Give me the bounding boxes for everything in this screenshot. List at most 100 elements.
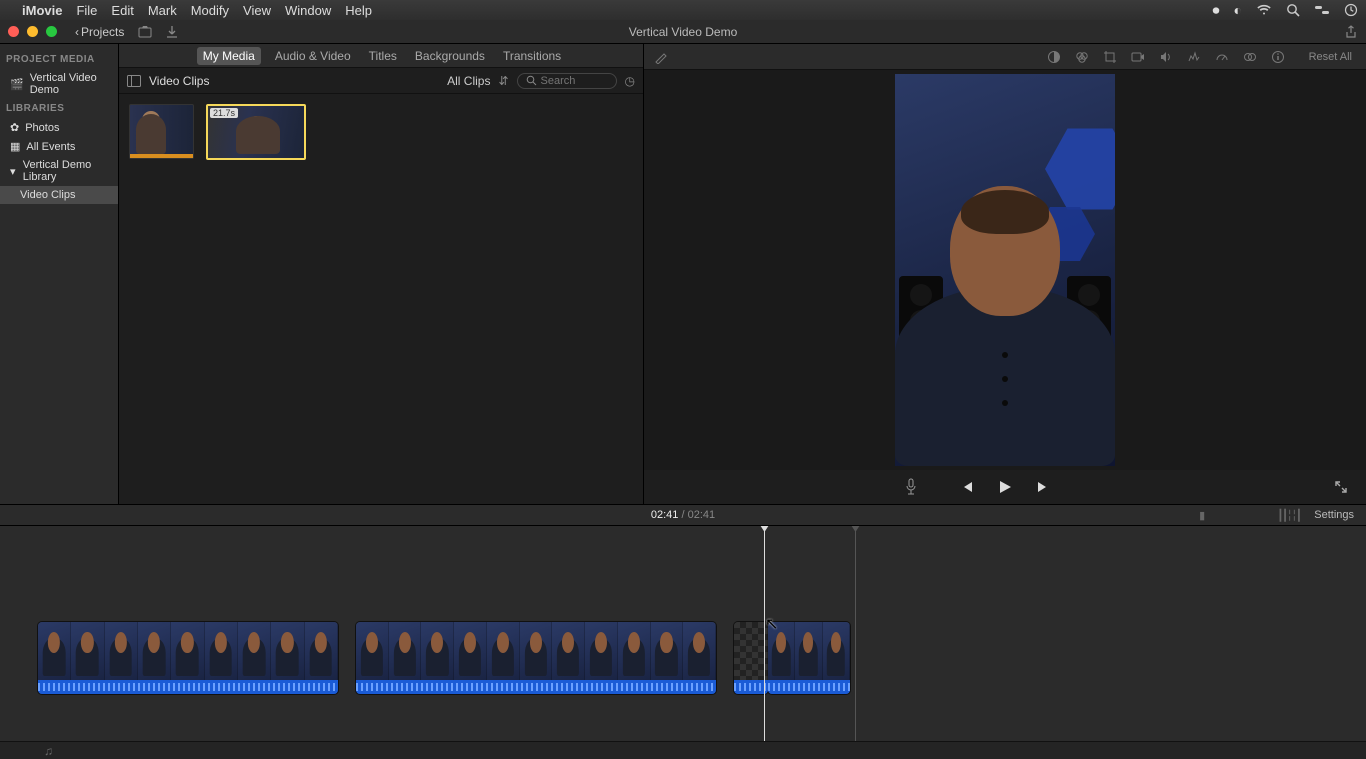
menu-modify[interactable]: Modify <box>191 3 229 18</box>
tab-titles[interactable]: Titles <box>365 46 401 66</box>
music-note-icon: ♫ <box>44 744 53 758</box>
download-icon[interactable] <box>166 25 178 39</box>
updown-icon: ⇵ <box>498 74 508 88</box>
playhead[interactable] <box>764 526 765 759</box>
control-center-icon[interactable] <box>1314 4 1330 16</box>
timeline-clip-2[interactable] <box>356 622 716 694</box>
color-balance-icon[interactable] <box>1047 50 1061 64</box>
library-sidebar: PROJECT MEDIA 🎬 Vertical Video Demo LIBR… <box>0 44 119 504</box>
person <box>895 186 1115 466</box>
tab-audio-video[interactable]: Audio & Video <box>271 46 355 66</box>
back-to-projects[interactable]: ‹ Projects <box>75 25 124 39</box>
zoom-waveform-icon: ┃┃╎╎┃ <box>1277 509 1300 522</box>
reset-all-button[interactable]: Reset All <box>1309 51 1352 63</box>
tab-transitions[interactable]: Transitions <box>499 46 565 66</box>
menubar-status: ⏺ ◐ <box>1213 2 1358 19</box>
menu-view[interactable]: View <box>243 3 271 18</box>
sidebar-library[interactable]: ▾ Vertical Demo Library <box>0 156 118 186</box>
next-frame-button[interactable] <box>1035 480 1051 494</box>
play-button[interactable] <box>997 479 1013 495</box>
sidebar-photos[interactable]: ✿ Photos <box>0 118 118 137</box>
menu-mark[interactable]: Mark <box>148 3 177 18</box>
enhance-icon[interactable] <box>654 50 668 64</box>
app-menu[interactable]: iMovie <box>22 3 62 18</box>
libraries-header: LIBRARIES <box>0 99 118 118</box>
minimize-window[interactable] <box>27 26 38 37</box>
menu-help[interactable]: Help <box>345 3 372 18</box>
zoom-slider[interactable]: ▮ ┃┃╎╎┃ <box>1199 509 1300 522</box>
timeline-settings-button[interactable]: Settings <box>1314 509 1354 521</box>
clip-area[interactable]: 21.7s <box>119 94 643 504</box>
menu-file[interactable]: File <box>76 3 97 18</box>
current-time: 02:41 <box>651 509 679 521</box>
clip-audio-2[interactable] <box>356 680 716 694</box>
traffic-lights <box>8 26 57 37</box>
spotlight-icon[interactable] <box>1286 3 1300 17</box>
voiceover-icon[interactable] <box>904 478 918 496</box>
macos-menubar: iMovie File Edit Mark Modify View Window… <box>0 0 1366 20</box>
speed-icon[interactable] <box>1215 50 1229 64</box>
sidebar-project[interactable]: 🎬 Vertical Video Demo <box>0 69 118 99</box>
project-end-marker <box>855 526 856 759</box>
sidebar-all-events[interactable]: ▦ All Events <box>0 137 118 156</box>
close-window[interactable] <box>8 26 19 37</box>
preview-frame <box>895 74 1115 466</box>
clip-audio-3[interactable] <box>768 680 850 694</box>
sidebar-event-label: Video Clips <box>20 189 75 201</box>
browser-tabs: My Media Audio & Video Titles Background… <box>119 44 643 68</box>
timeline-header: 02:41 / 02:41 ▮ ┃┃╎╎┃ Settings <box>0 504 1366 526</box>
sidebar-library-label: Vertical Demo Library <box>23 159 112 183</box>
sidebar-all-events-label: All Events <box>26 141 75 153</box>
share-icon[interactable] <box>1344 25 1358 39</box>
preview-canvas[interactable] <box>644 70 1366 470</box>
search-icon <box>526 75 537 86</box>
fullscreen-icon[interactable] <box>1334 480 1348 494</box>
media-clip-1[interactable] <box>129 104 194 159</box>
crop-icon[interactable] <box>1103 50 1117 64</box>
noise-icon[interactable] <box>1187 50 1201 64</box>
import-media-icon[interactable] <box>138 25 152 39</box>
filter-icon[interactable] <box>1243 50 1257 64</box>
disclosure-triangle-icon[interactable]: ▾ <box>10 165 17 178</box>
timeline-clip-3-gap[interactable] <box>734 622 768 694</box>
sidebar-photos-label: Photos <box>25 122 59 134</box>
flower-icon: ✿ <box>10 121 19 134</box>
timeline-clip-1[interactable] <box>38 622 338 694</box>
obs-icon[interactable]: ◐ <box>1234 2 1242 18</box>
media-clip-2-selected[interactable]: 21.7s <box>206 104 306 160</box>
sidebar-project-label: Vertical Video Demo <box>30 72 112 96</box>
content-options-icon[interactable]: ◷ <box>625 74 635 88</box>
stabilize-icon[interactable] <box>1131 50 1145 64</box>
window-toolbar: ‹ Projects Vertical Video Demo <box>0 20 1366 44</box>
screen-record-icon[interactable]: ⏺ <box>1213 2 1220 19</box>
video-track[interactable] <box>38 622 850 694</box>
timeline[interactable]: ↖ ♫ <box>0 526 1366 759</box>
grid-icon: ▦ <box>10 140 20 153</box>
viewer: Reset All <box>644 44 1366 504</box>
tab-backgrounds[interactable]: Backgrounds <box>411 46 489 66</box>
tab-my-media[interactable]: My Media <box>197 47 261 65</box>
clip-audio-1[interactable] <box>38 680 338 694</box>
window-title: Vertical Video Demo <box>629 25 738 39</box>
info-icon[interactable] <box>1271 50 1285 64</box>
search-input[interactable] <box>541 75 601 87</box>
prev-frame-button[interactable] <box>959 480 975 494</box>
sidebar-toggle-icon[interactable] <box>127 75 141 87</box>
menu-window[interactable]: Window <box>285 3 331 18</box>
clip-duration-badge: 21.7s <box>210 108 238 118</box>
zoom-out-icon: ▮ <box>1199 509 1205 522</box>
timeline-clip-3[interactable] <box>768 622 850 694</box>
sidebar-event-videoclips[interactable]: Video Clips <box>0 186 118 204</box>
time-display: 02:41 / 02:41 <box>651 509 715 521</box>
wifi-icon[interactable] <box>1256 4 1272 16</box>
music-well[interactable]: ♫ <box>0 741 1366 759</box>
clip-filter-select[interactable]: All Clips <box>447 74 490 88</box>
clip-audio-3a[interactable] <box>734 680 768 694</box>
clock-icon[interactable] <box>1344 3 1358 17</box>
projects-label: Projects <box>81 25 124 39</box>
color-correct-icon[interactable] <box>1075 50 1089 64</box>
volume-icon[interactable] <box>1159 50 1173 64</box>
search-field[interactable] <box>517 73 617 89</box>
zoom-window[interactable] <box>46 26 57 37</box>
menu-edit[interactable]: Edit <box>111 3 133 18</box>
